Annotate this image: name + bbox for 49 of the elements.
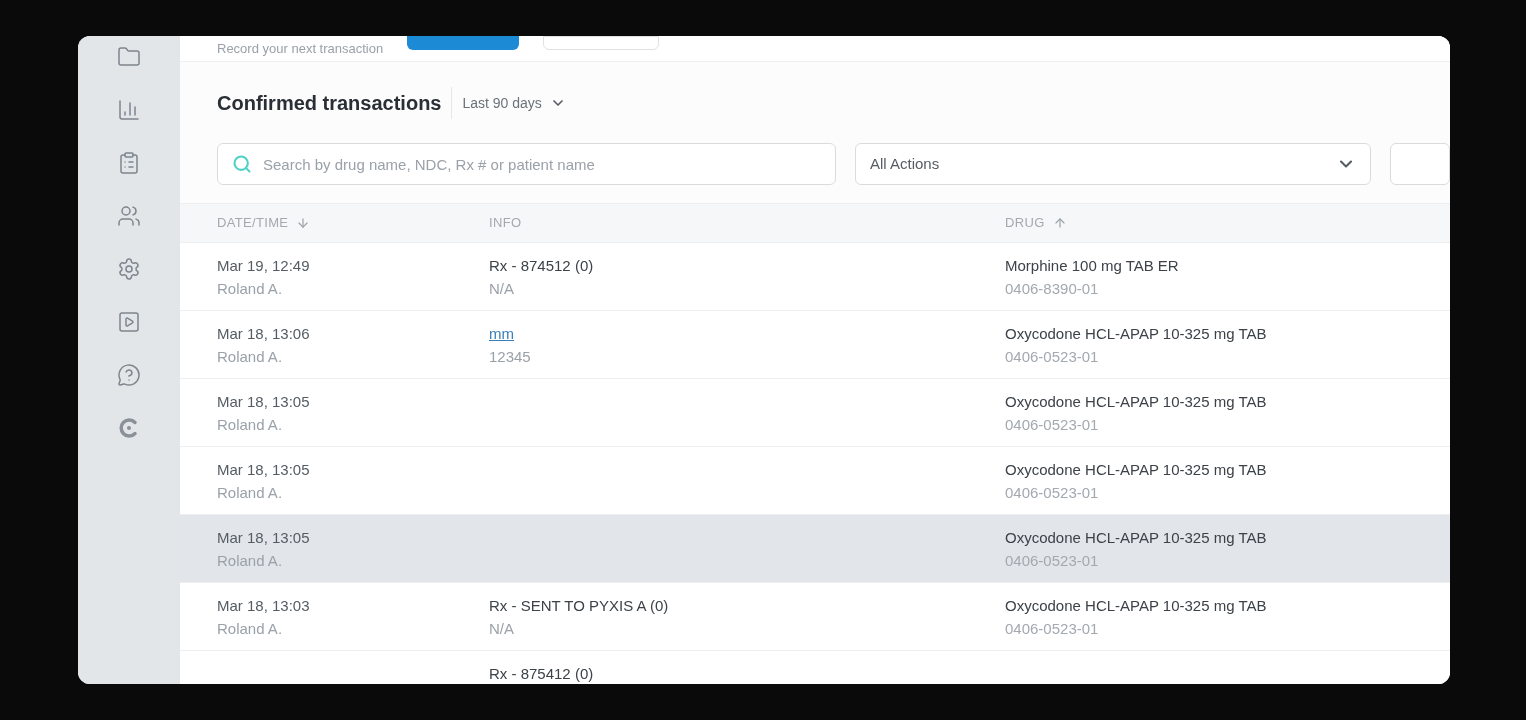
drug-name: Oxycodone HCL-APAP 10-325 mg TAB	[1005, 528, 1268, 547]
user-text: Roland A.	[217, 415, 284, 434]
user-text: Roland A.	[217, 551, 284, 570]
user-text: Roland A.	[217, 279, 284, 298]
play-icon[interactable]	[117, 310, 141, 334]
table-row[interactable]: Mar 18, 13:05 Roland A. Oxycodone HCL-APAP 10-325 mg TAB 0406-0523-01	[180, 515, 1450, 583]
folder-icon[interactable]	[117, 45, 141, 69]
date-text: Mar 18, 13:05	[217, 528, 311, 547]
ndc-code: 0406-8390-01	[1005, 279, 1100, 298]
filter-dropdown[interactable]	[1390, 143, 1450, 185]
secondary-button[interactable]	[543, 36, 660, 50]
actions-dropdown[interactable]: All Actions	[855, 143, 1371, 185]
users-icon[interactable]	[117, 204, 141, 228]
drug-name: Oxycodone HCL-APAP 10-325 mg TAB	[1005, 392, 1268, 411]
help-icon[interactable]	[117, 363, 141, 387]
ndc-code: 0406-0523-01	[1005, 619, 1100, 638]
info-title: Rx - SENT TO PYXIS A (0)	[489, 596, 669, 615]
ndc-code: 0406-0523-01	[1005, 347, 1100, 366]
info-title: Rx - 874512 (0)	[489, 256, 594, 275]
period-dropdown[interactable]: Last 90 days	[462, 92, 566, 114]
user-text: Roland A.	[217, 483, 284, 502]
primary-button[interactable]	[407, 36, 520, 50]
search-icon	[232, 154, 252, 174]
info-detail: 12345	[489, 347, 531, 366]
ndc-code: 0406-0523-01	[1005, 415, 1100, 434]
user-text: Roland A.	[217, 347, 284, 366]
date-text: Mar 19, 12:49	[217, 256, 311, 275]
date-text: Mar 18, 13:03	[217, 596, 311, 615]
drug-name: Oxycodone HCL-APAP 10-325 mg TAB	[1005, 460, 1268, 479]
ndc-code: 0406-0523-01	[1005, 551, 1100, 570]
date-text: Mar 18, 13:06	[217, 324, 311, 343]
info-detail: N/A	[489, 279, 514, 298]
info-title: Rx - 875412 (0)	[489, 664, 594, 683]
section-title: Confirmed transactions	[217, 91, 442, 116]
prompt-text: Record your next transaction	[217, 39, 384, 58]
drug-name: Oxycodone HCL-APAP 10-325 mg TAB	[1005, 324, 1268, 343]
sort-up-icon[interactable]	[1052, 216, 1067, 230]
search-field[interactable]: Search by drug name, NDC, Rx # or patient name	[217, 143, 836, 185]
drug-name: Oxycodone HCL-APAP 10-325 mg TAB	[1005, 596, 1268, 615]
date-text: Mar 18, 13:05	[217, 392, 311, 411]
info-link[interactable]: mm	[489, 324, 514, 343]
clipboard-icon[interactable]	[117, 151, 141, 175]
info-detail: N/A	[489, 619, 514, 638]
user-text: Roland A.	[217, 619, 284, 638]
ndc-code: 0406-0523-01	[1005, 483, 1100, 502]
bar-chart-icon[interactable]	[117, 98, 141, 122]
drug-name: Morphine 100 mg TAB ER	[1005, 256, 1180, 275]
date-text: Mar 18, 13:05	[217, 460, 311, 479]
settings-icon[interactable]	[117, 257, 141, 281]
